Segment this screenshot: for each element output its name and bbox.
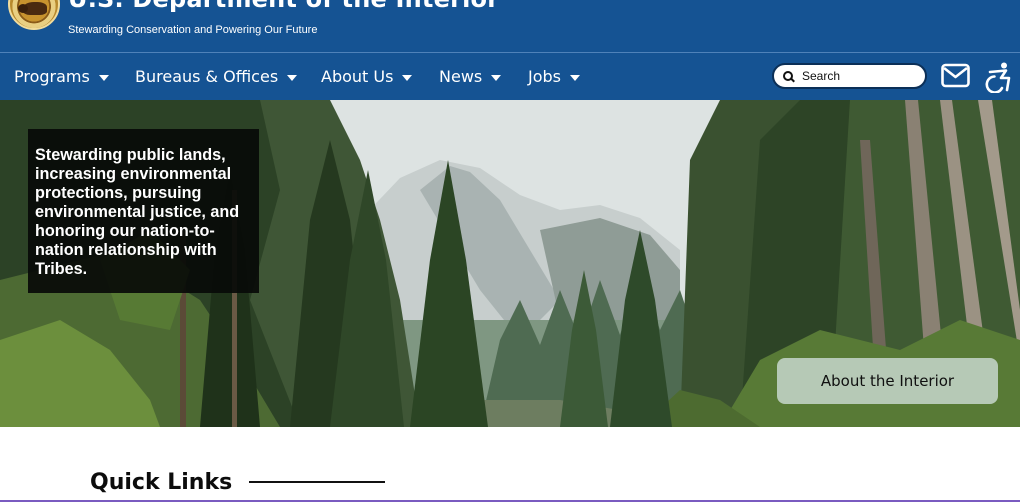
doi-seal-logo[interactable] — [8, 0, 60, 30]
nav-item-label: About Us — [321, 67, 394, 86]
quick-links-heading: Quick Links — [90, 470, 233, 495]
hero-banner: Stewarding public lands, increasing envi… — [0, 100, 1020, 427]
search-box[interactable] — [772, 63, 927, 89]
mission-statement-text: Stewarding public lands, increasing envi… — [35, 146, 240, 278]
header-top-bar: U.S. Department of the Interior Stewardi… — [0, 0, 1020, 52]
about-the-interior-button[interactable]: About the Interior — [777, 358, 998, 404]
site-title[interactable]: U.S. Department of the Interior — [68, 0, 499, 13]
main-nav: Programs Bureaus & Offices About Us News… — [0, 53, 1020, 100]
accessibility-icon[interactable] — [982, 61, 1014, 93]
nav-item-jobs[interactable]: Jobs — [528, 53, 580, 100]
nav-item-about-us[interactable]: About Us — [321, 53, 413, 100]
nav-item-label: Jobs — [528, 67, 561, 86]
search-input[interactable] — [802, 69, 922, 83]
bison-icon — [18, 2, 47, 15]
nav-item-label: News — [439, 67, 483, 86]
nav-item-label: Programs — [14, 67, 90, 86]
nav-item-programs[interactable]: Programs — [14, 53, 109, 100]
caret-down-icon — [491, 74, 502, 81]
caret-down-icon — [98, 74, 109, 81]
search-icon[interactable] — [783, 70, 794, 82]
nav-item-news[interactable]: News — [439, 53, 502, 100]
mission-statement-card: Stewarding public lands, increasing envi… — [28, 129, 259, 293]
nav-item-label: Bureaus & Offices — [135, 67, 279, 86]
caret-down-icon — [402, 74, 413, 81]
nav-item-bureaus-offices[interactable]: Bureaus & Offices — [135, 53, 298, 100]
caret-down-icon — [287, 74, 298, 81]
quick-links-divider — [249, 481, 385, 483]
site-tagline: Stewarding Conservation and Powering Our… — [68, 24, 318, 36]
caret-down-icon — [570, 74, 580, 81]
mail-icon[interactable] — [941, 63, 970, 89]
